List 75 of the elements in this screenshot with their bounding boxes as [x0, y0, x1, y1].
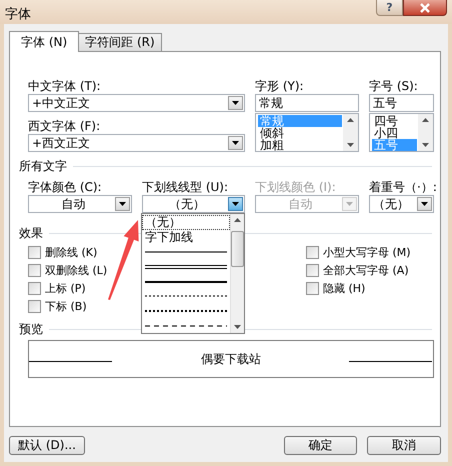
checkbox-label[interactable]: 下标 (B): [45, 298, 87, 314]
help-button[interactable]: ?: [376, 0, 403, 16]
line-style-icon: [145, 322, 227, 329]
section-heading: 所有文字: [19, 158, 67, 174]
scrollbar[interactable]: [230, 214, 244, 333]
field-label: 中文字体 (T):: [28, 78, 102, 94]
field-label: 下划线线型 (U):: [142, 179, 230, 195]
list-option[interactable]: 小四: [372, 127, 417, 139]
caret-icon: [231, 139, 240, 147]
list-box[interactable]: 常规 倾斜 加粗: [255, 113, 359, 152]
list-box[interactable]: 四号 小四 五号: [369, 113, 434, 152]
scroll-up-icon[interactable]: [347, 118, 354, 122]
cancel-button[interactable]: 取消: [367, 436, 441, 455]
input-field[interactable]: 五号: [369, 94, 434, 112]
checkbox[interactable]: [28, 246, 41, 258]
dropdown[interactable]: （无）: [142, 195, 245, 213]
caret-icon: [345, 200, 354, 208]
window-title: 字体: [4, 6, 31, 23]
caret-icon: [420, 200, 429, 208]
dropdown[interactable]: +西文正文: [28, 134, 245, 152]
checkbox-label[interactable]: 小型大写字母 (M): [323, 244, 411, 260]
checkbox[interactable]: [306, 264, 319, 276]
dropdown-arrow-button[interactable]: [228, 96, 243, 110]
list-option[interactable]: 四号: [372, 115, 417, 127]
field-label: 着重号（·）:: [369, 179, 434, 195]
checkbox[interactable]: [28, 264, 41, 276]
input-field[interactable]: 常规: [255, 94, 359, 112]
line-style-icon: [145, 293, 227, 300]
scroll-up-icon[interactable]: [422, 118, 429, 122]
scroll-down-icon[interactable]: [234, 325, 241, 329]
tab[interactable]: 字体 (N): [9, 31, 80, 52]
checkbox[interactable]: [28, 282, 41, 294]
dropdown-arrow-button[interactable]: [115, 197, 130, 211]
scroll-up-icon[interactable]: [234, 218, 241, 222]
close-icon: [419, 2, 431, 12]
checkbox[interactable]: [28, 300, 41, 312]
checkbox[interactable]: [306, 246, 319, 258]
field-label: 西文字体 (F):: [28, 118, 102, 134]
line-style-icon: [145, 264, 227, 270]
dropdown[interactable]: 自动: [28, 195, 132, 213]
default-button[interactable]: 默认 (D)...: [9, 436, 85, 455]
checkbox-label[interactable]: 隐藏 (H): [323, 280, 366, 296]
checkbox[interactable]: [306, 282, 319, 294]
menu-item[interactable]: （无）: [142, 215, 230, 230]
checkbox-label[interactable]: 全部大写字母 (A): [323, 262, 409, 278]
list-option[interactable]: 加粗: [258, 139, 342, 151]
field-label: 下划线颜色 (I):: [255, 179, 337, 195]
section-heading: 效果: [19, 224, 43, 242]
caret-icon: [118, 200, 127, 208]
preview-text: 偶要下载站: [201, 350, 261, 368]
tab[interactable]: 字符间距 (R): [78, 33, 162, 51]
checkbox-label[interactable]: 双删除线 (L): [45, 262, 108, 278]
scroll-down-icon[interactable]: [422, 143, 429, 147]
scroll-down-icon[interactable]: [347, 143, 354, 147]
checkbox-label[interactable]: 上标 (P): [45, 280, 86, 296]
menu-item[interactable]: 字下加线: [142, 230, 230, 245]
dropdown-arrow-button[interactable]: [417, 197, 432, 211]
dropdown-arrow-button[interactable]: [228, 136, 243, 150]
caret-icon: [231, 200, 240, 208]
scroll-thumb[interactable]: [231, 231, 244, 267]
dropdown[interactable]: +中文正文: [28, 94, 245, 112]
caret-icon: [231, 99, 240, 107]
line-style-icon: [145, 308, 227, 314]
line-style-icon: [145, 249, 227, 256]
field-label: 字号 (S):: [369, 78, 419, 94]
checkbox-label[interactable]: 删除线 (K): [45, 244, 98, 260]
ok-button[interactable]: 确定: [284, 436, 357, 455]
close-button[interactable]: [403, 0, 447, 16]
line-style-icon: [145, 278, 227, 285]
field-label: 字形 (Y):: [255, 78, 305, 94]
section-heading: 预览: [19, 320, 43, 338]
dropdown-arrow-button[interactable]: [228, 197, 243, 211]
field-label: 字体颜色 (C):: [28, 179, 103, 195]
list-option[interactable]: 倾斜: [258, 127, 342, 139]
dropdown[interactable]: （无）: [369, 195, 434, 213]
